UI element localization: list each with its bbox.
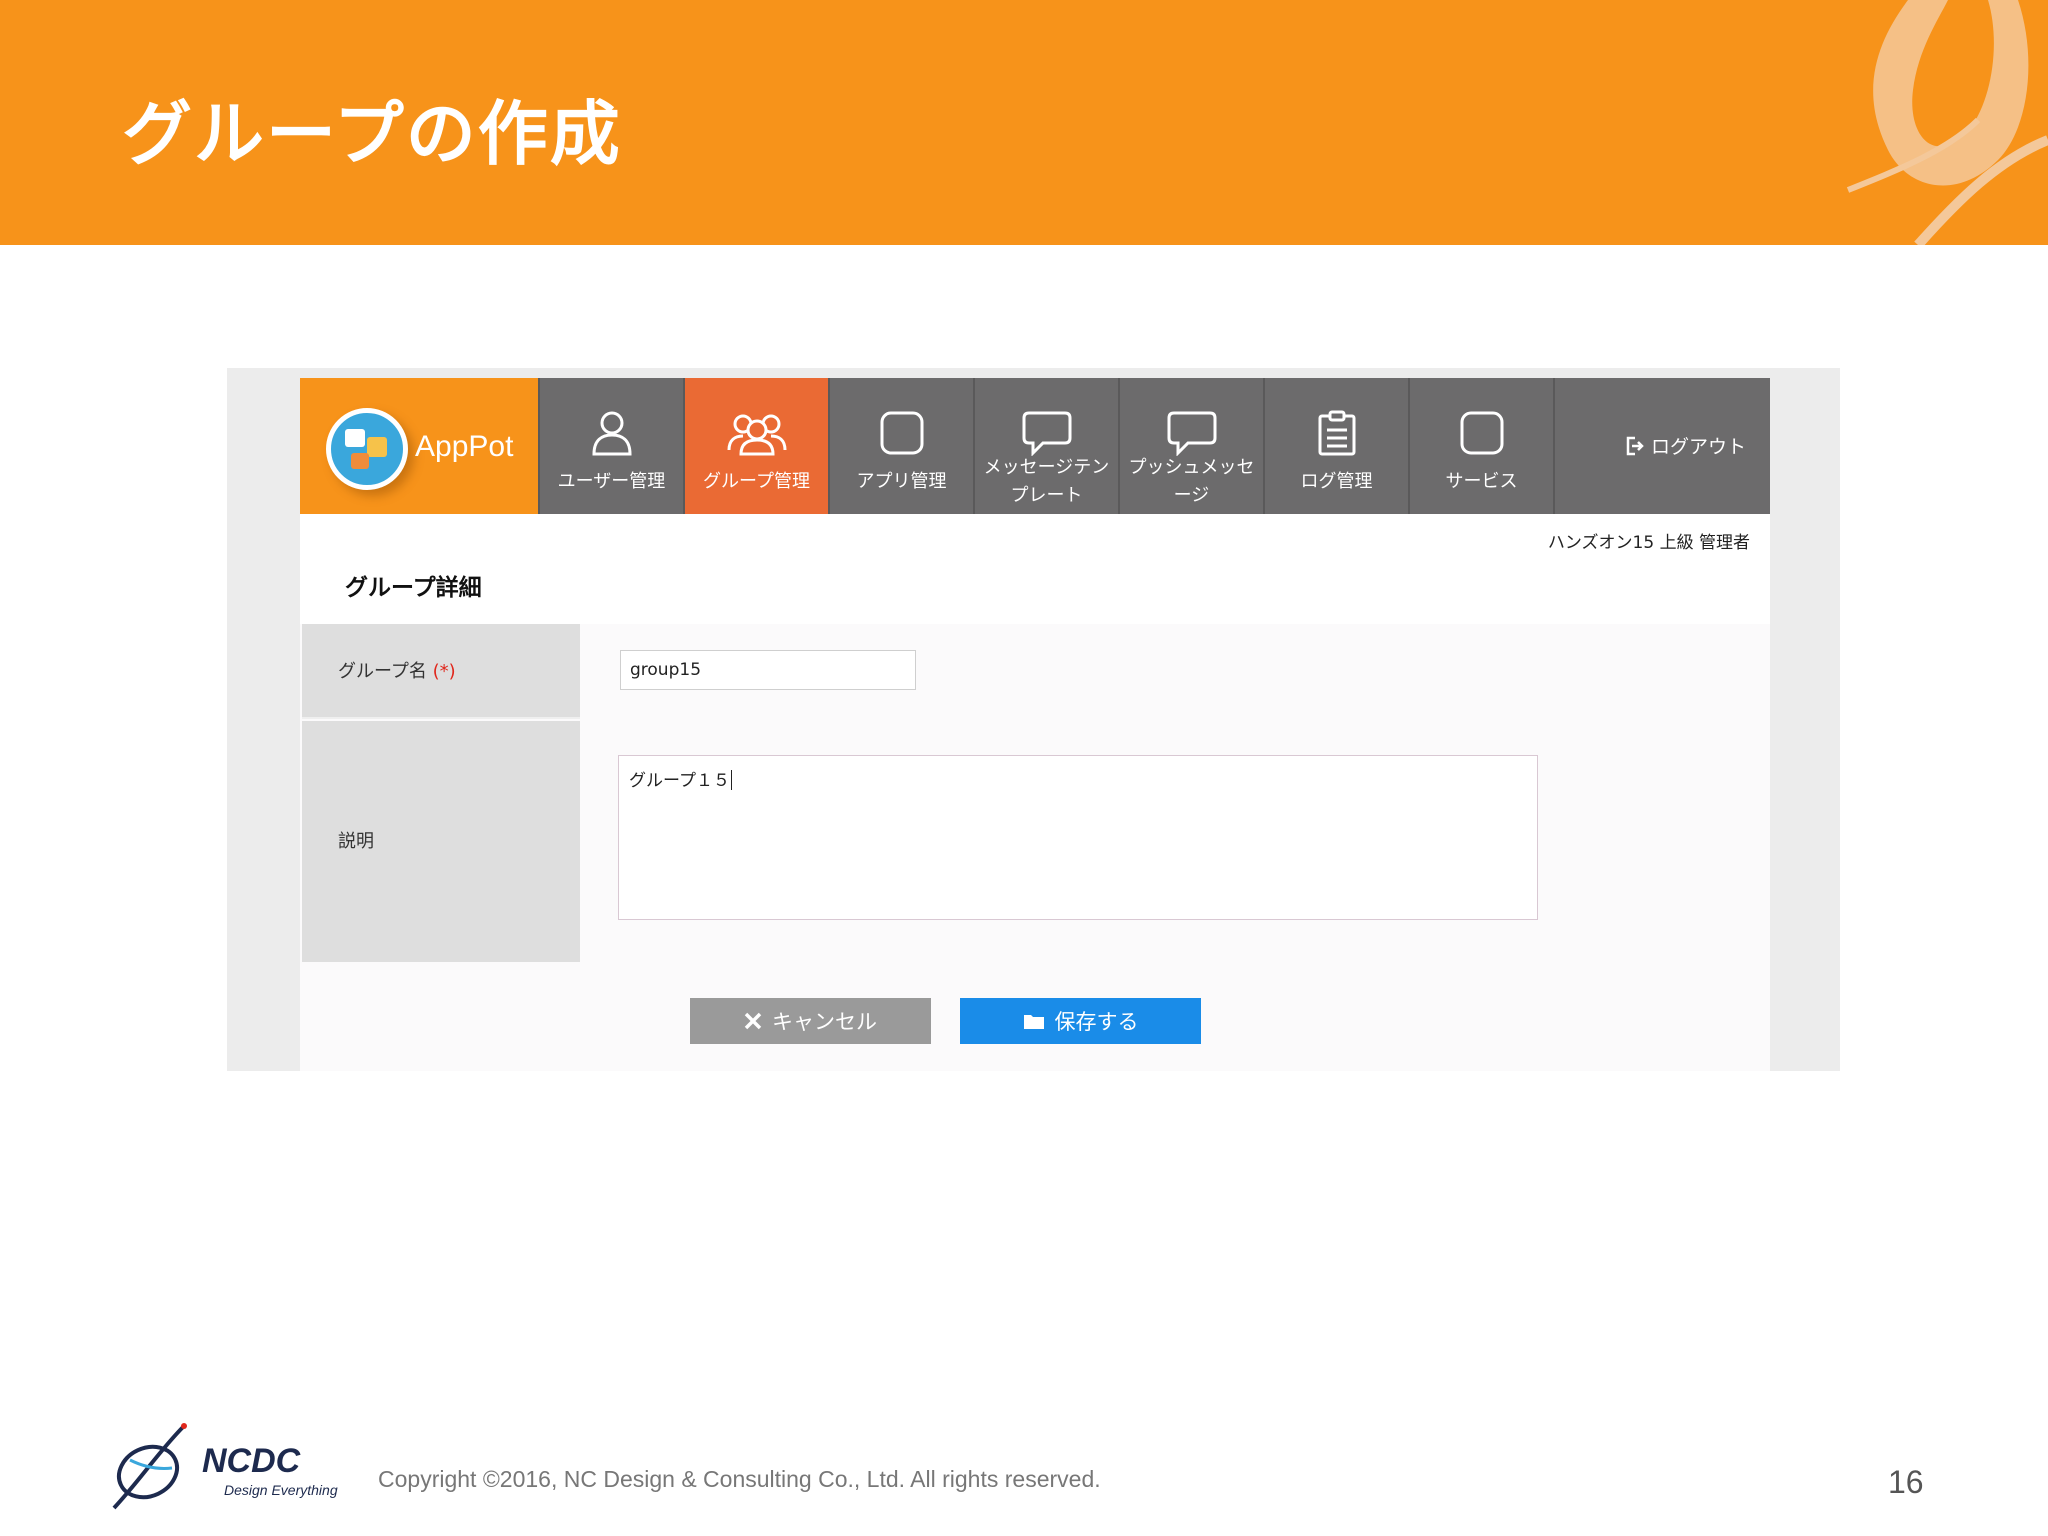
brand-tagline: Design Everything — [224, 1482, 338, 1498]
navbar: AppPot ユーザー管理 グループ管理 アプリ管理 メッセージテンプレート プ… — [300, 378, 1770, 514]
group-name-label-text: グループ名 — [338, 661, 427, 682]
nav-service[interactable]: サービス — [1408, 378, 1553, 514]
logout-link[interactable]: ログアウト — [1625, 432, 1746, 459]
group-name-input[interactable]: group15 — [620, 650, 916, 690]
speech-bubble-icon — [1167, 411, 1216, 456]
clipboard-icon — [1318, 410, 1355, 456]
brand-name: NCDC — [202, 1442, 301, 1480]
nav-push-message[interactable]: プッシュメッセージ — [1118, 378, 1263, 514]
description-value: グループ１５ — [629, 771, 730, 791]
nav-label: プッシュメッセージ — [1128, 457, 1255, 506]
nav-label: グループ管理 — [703, 471, 810, 492]
nav-label: ログ管理 — [1300, 471, 1373, 492]
group-name-label: グループ名 (*) — [302, 624, 580, 719]
app-square-icon — [880, 411, 923, 455]
save-label: 保存する — [1054, 1010, 1139, 1034]
group-icon — [727, 414, 786, 456]
nav-label: アプリ管理 — [856, 471, 947, 492]
speech-bubble-icon — [1022, 411, 1071, 456]
slide-header: グループの作成 — [0, 0, 2048, 245]
ncdc-logo-icon — [112, 1423, 187, 1510]
nav-label: サービス — [1445, 471, 1518, 492]
copyright: Copyright ©2016, NC Design & Consulting … — [378, 1466, 1101, 1492]
cancel-button[interactable]: キャンセル — [690, 998, 931, 1044]
save-button[interactable]: 保存する — [960, 998, 1201, 1044]
nav-log-management[interactable]: ログ管理 — [1263, 378, 1408, 514]
user-info: ハンズオン15 上級 管理者 — [1547, 533, 1750, 553]
nav-message-template[interactable]: メッセージテンプレート — [973, 378, 1118, 514]
cancel-label: キャンセル — [772, 1010, 877, 1034]
nav-user-management[interactable]: ユーザー管理 — [538, 378, 683, 514]
logout-label: ログアウト — [1650, 436, 1746, 458]
user-icon — [591, 411, 632, 456]
nav-label: ユーザー管理 — [557, 471, 666, 492]
description-label: 説明 — [302, 721, 580, 962]
apppot-logo-icon — [326, 408, 408, 490]
section-title: グループ詳細 — [345, 575, 482, 601]
navbar-right: ログアウト — [1553, 378, 1770, 514]
description-textarea[interactable]: グループ１５ — [618, 755, 1538, 920]
required-mark: (*) — [432, 661, 456, 682]
slide-title: グループの作成 — [122, 93, 622, 175]
folder-icon — [1023, 1015, 1044, 1029]
service-square-icon — [1460, 411, 1503, 455]
nav-label: メッセージテンプレート — [983, 457, 1110, 506]
decorative-swirl-icon — [1846, 0, 2048, 245]
nav-app-management[interactable]: アプリ管理 — [828, 378, 973, 514]
nav-group-management[interactable]: グループ管理 — [683, 378, 828, 514]
apppot-console: AppPot ユーザー管理 グループ管理 アプリ管理 メッセージテンプレート プ… — [300, 378, 1770, 1071]
logo-text: AppPot — [415, 430, 514, 463]
text-caret — [730, 770, 732, 790]
apppot-logo[interactable]: AppPot — [300, 378, 538, 514]
logout-icon — [1626, 436, 1644, 455]
page-number: 16 — [1888, 1464, 1924, 1500]
close-icon — [744, 1012, 762, 1030]
